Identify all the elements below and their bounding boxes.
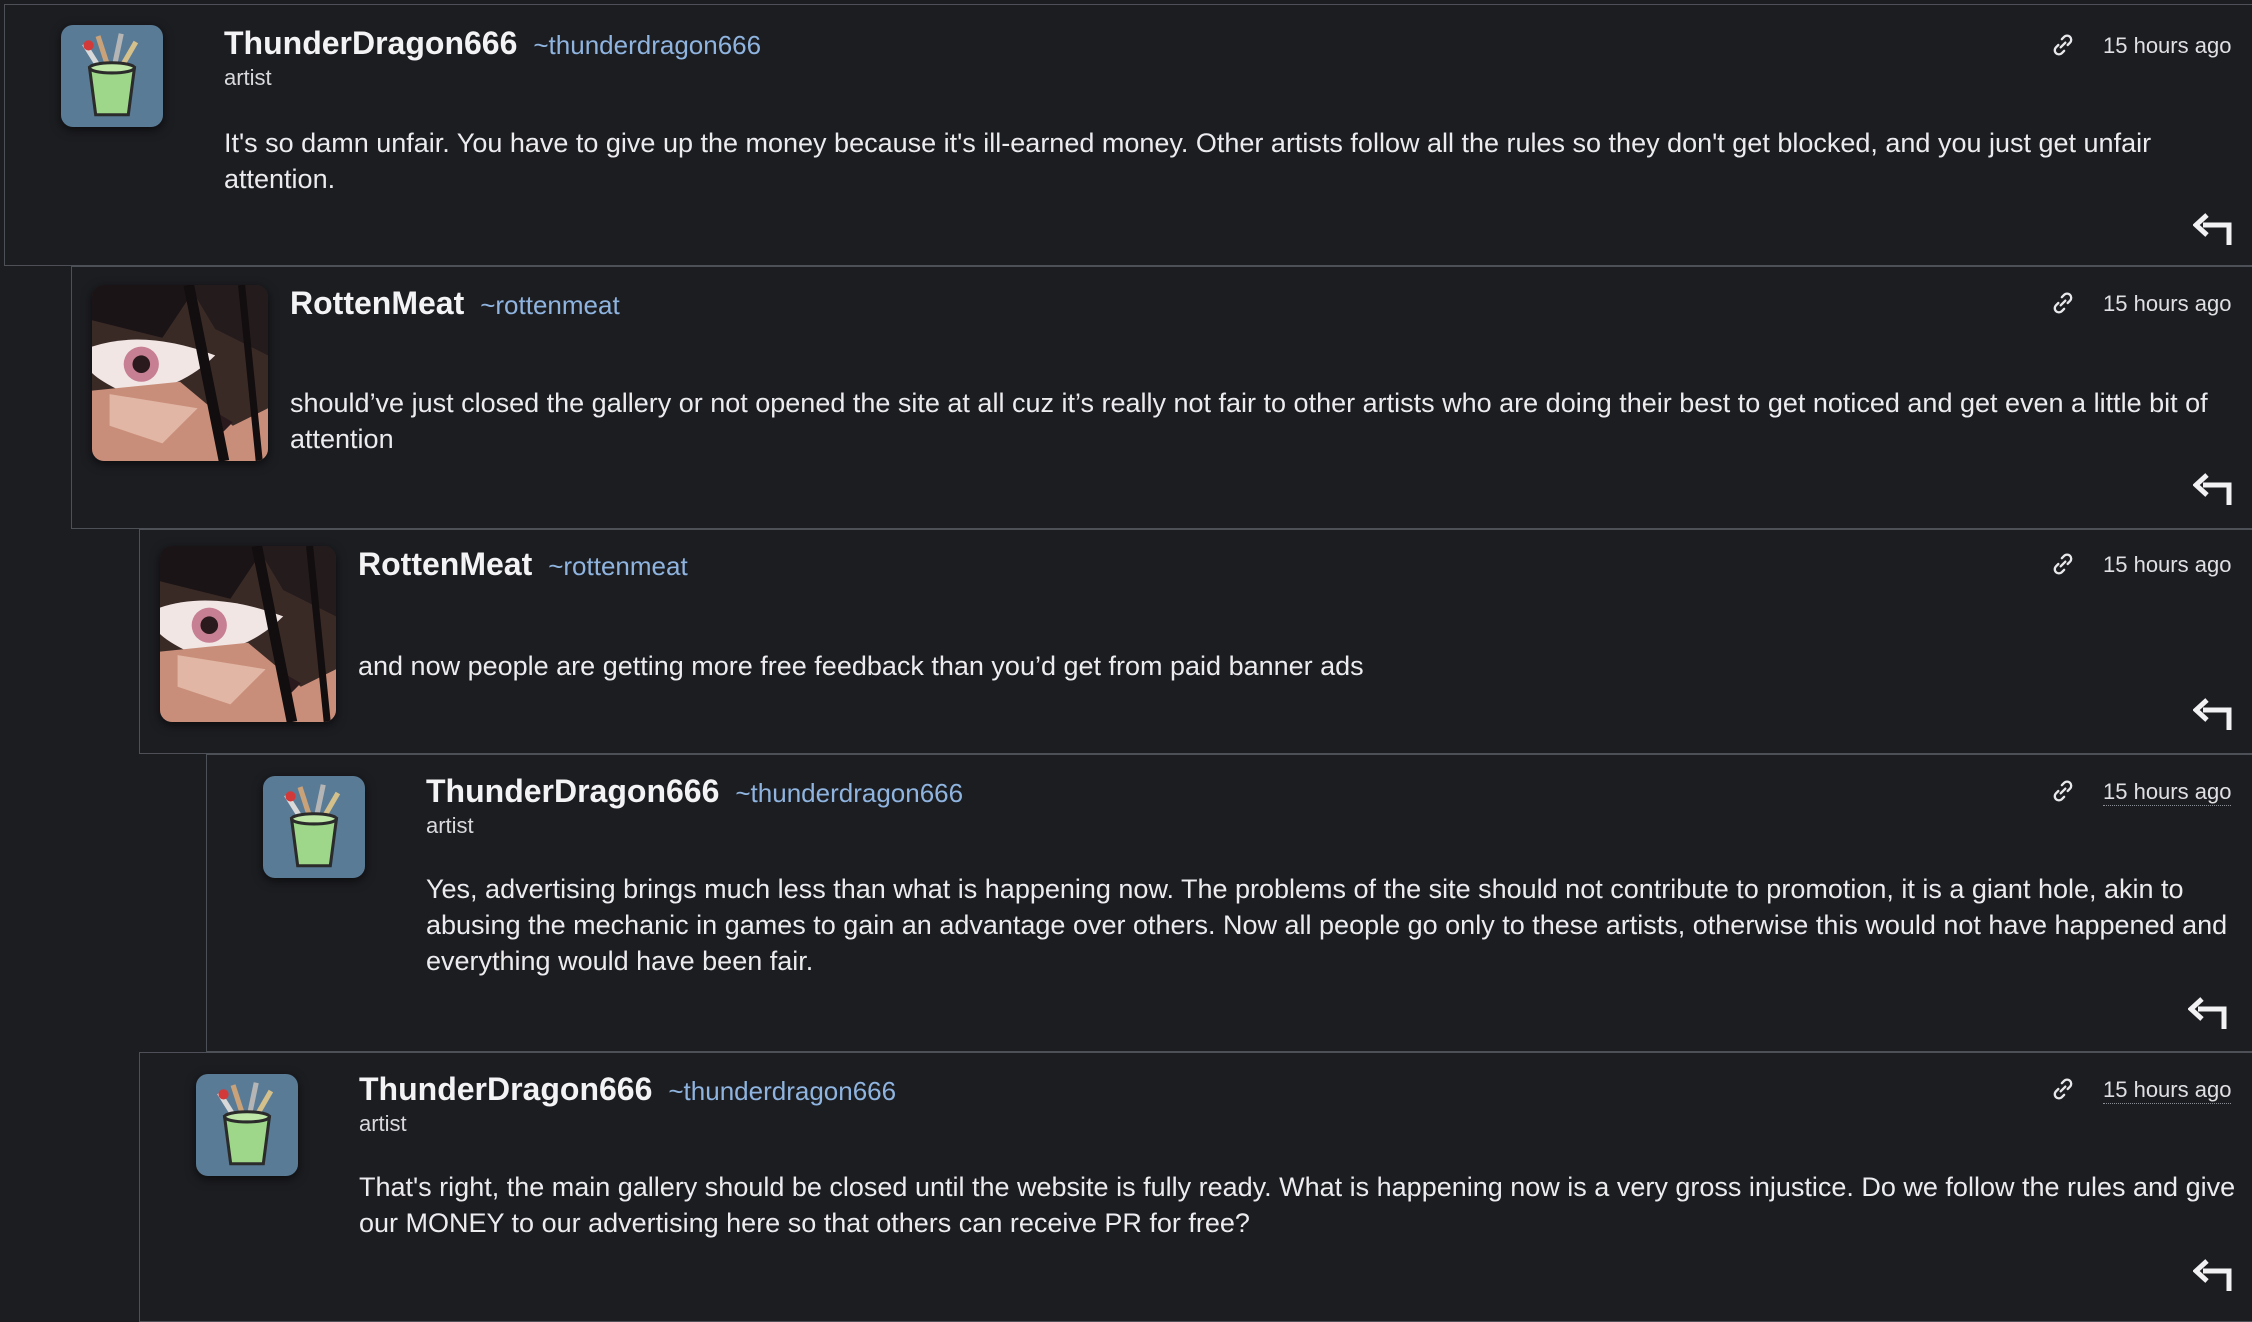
anime-eye-icon [92, 285, 268, 461]
display-name[interactable]: ThunderDragon666 [359, 1071, 652, 1107]
avatar[interactable] [160, 546, 336, 722]
link-icon[interactable] [2049, 289, 2077, 317]
reply-arrow-icon[interactable] [2193, 696, 2233, 732]
user-role: artist [359, 1111, 407, 1136]
reply-arrow-icon[interactable] [2188, 995, 2228, 1031]
reply-arrow-icon[interactable] [2193, 1257, 2233, 1293]
timestamp[interactable]: 15 hours ago [2103, 552, 2231, 578]
comment-text: should’ve just closed the gallery or not… [290, 388, 2208, 454]
display-name[interactable]: RottenMeat [358, 546, 532, 582]
username-link[interactable]: ~thunderdragon666 [668, 1076, 896, 1106]
avatar[interactable] [196, 1074, 298, 1176]
comment-card: RottenMeat ~rottenmeat 15 hours ago shoul… [71, 266, 2252, 529]
avatar[interactable] [61, 25, 163, 127]
reply-arrow-icon[interactable] [2193, 471, 2233, 507]
username-link[interactable]: ~thunderdragon666 [735, 778, 963, 808]
comment-card: RottenMeat ~rottenmeat 15 hours ago and n… [139, 529, 2252, 754]
comment-author[interactable]: RottenMeat ~rottenmeat [290, 285, 620, 322]
timestamp[interactable]: 15 hours ago [2103, 291, 2231, 317]
timestamp[interactable]: 15 hours ago [2103, 779, 2232, 806]
link-icon[interactable] [2049, 1075, 2077, 1103]
avatar[interactable] [92, 285, 268, 461]
anime-eye-icon [160, 546, 336, 722]
link-icon[interactable] [2049, 550, 2077, 578]
timestamp[interactable]: 15 hours ago [2103, 33, 2231, 59]
display-name[interactable]: ThunderDragon666 [224, 25, 517, 61]
user-role: artist [224, 65, 272, 90]
comment-text: That's right, the main gallery should be… [359, 1172, 2236, 1238]
comment-card: ThunderDragon666 ~thunderdragon666 artist… [139, 1052, 2252, 1322]
artist-brushes-icon [61, 25, 163, 127]
display-name[interactable]: RottenMeat [290, 285, 464, 321]
comment-author[interactable]: ThunderDragon666 ~thunderdragon666 [359, 1071, 896, 1108]
username-link[interactable]: ~rottenmeat [548, 551, 687, 581]
link-icon[interactable] [2049, 31, 2077, 59]
avatar[interactable] [263, 776, 365, 878]
comment-card: ThunderDragon666 ~thunderdragon666 artist… [4, 4, 2252, 266]
comment-author[interactable]: ThunderDragon666 ~thunderdragon666 [224, 25, 761, 62]
comment-text: It's so damn unfair. You have to give up… [224, 128, 2152, 194]
timestamp[interactable]: 15 hours ago [2103, 1077, 2232, 1104]
user-role: artist [426, 813, 474, 838]
username-link[interactable]: ~thunderdragon666 [533, 30, 761, 60]
comment-card: ThunderDragon666 ~thunderdragon666 artist… [206, 754, 2252, 1052]
comment-author[interactable]: ThunderDragon666 ~thunderdragon666 [426, 773, 963, 810]
comment-text: Yes, advertising brings much less than w… [426, 874, 2228, 976]
display-name[interactable]: ThunderDragon666 [426, 773, 719, 809]
username-link[interactable]: ~rottenmeat [480, 290, 619, 320]
artist-brushes-icon [196, 1074, 298, 1176]
reply-arrow-icon[interactable] [2193, 211, 2233, 247]
comment-author[interactable]: RottenMeat ~rottenmeat [358, 546, 688, 583]
comment-text: and now people are getting more free fee… [358, 651, 1364, 681]
artist-brushes-icon [263, 776, 365, 878]
link-icon[interactable] [2049, 777, 2077, 805]
